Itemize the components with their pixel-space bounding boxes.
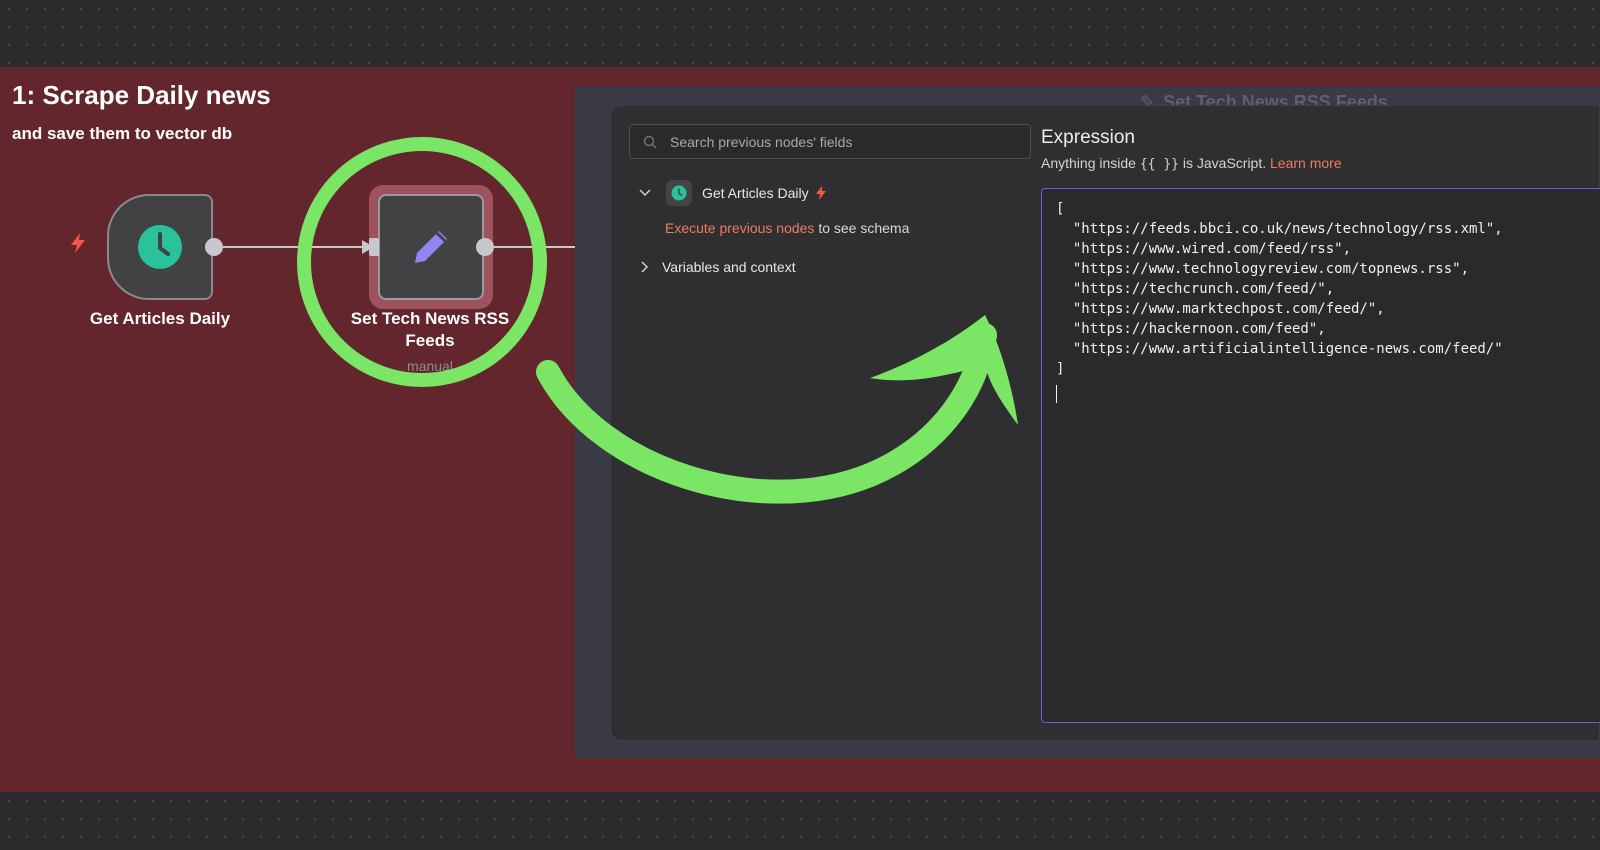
code-line: "https://techcrunch.com/feed/", [1056,281,1335,297]
tree-item-label: Variables and context [662,259,796,275]
connection-line [222,246,372,248]
lightning-bolt-icon [71,233,85,253]
execute-hint: Execute previous nodes to see schema [665,220,909,236]
workflow-node-get-articles-daily[interactable] [107,194,213,300]
text-caret [1056,385,1057,403]
chevron-right-icon [641,261,649,273]
expression-hint: Anything inside {{ }} is JavaScript. Lea… [1041,155,1342,172]
code-line: "https://www.artificialintelligence-news… [1056,341,1503,357]
code-line: "https://hackernoon.com/feed", [1056,321,1326,337]
workflow-node-set-tech-news-rss-feeds[interactable] [378,194,484,300]
expression-code-editor[interactable]: [ "https://feeds.bbci.co.uk/news/technol… [1041,188,1600,723]
code-line: [ [1056,201,1065,217]
expression-title: Expression [1041,127,1135,148]
code-line: "https://www.wired.com/feed/rss", [1056,241,1352,257]
lightning-bolt-icon [815,186,826,200]
node-label: Get Articles Daily [89,309,231,328]
clock-icon [671,185,687,201]
search-field[interactable] [629,124,1031,159]
code-line: ] [1056,361,1065,377]
sticky-note-title: 1: Scrape Daily news [12,80,271,110]
tree-item-variables-and-context[interactable]: Variables and context [636,258,796,276]
pencil-icon [415,231,447,263]
node-subtitle: manual [407,358,453,374]
node-label: Set Tech News RSS Feeds [350,309,510,350]
sticky-note-subtitle: and save them to vector db [12,124,233,143]
search-input[interactable] [670,133,1030,150]
search-icon [643,135,657,149]
learn-more-link[interactable]: Learn more [1270,155,1342,171]
input-handle[interactable] [369,238,379,256]
code-line: "https://www.technologyreview.com/topnew… [1056,261,1470,277]
tree-item-label: Get Articles Daily [702,185,809,201]
clock-icon [138,225,182,269]
output-handle[interactable] [205,238,223,256]
output-handle[interactable] [476,238,494,256]
chevron-down-icon [639,189,651,197]
code-line: "https://www.marktechpost.com/feed/", [1056,301,1385,317]
connection-line [492,246,577,248]
tree-item-get-articles-daily[interactable]: Get Articles Daily [636,180,827,206]
execute-previous-nodes-link[interactable]: Execute previous nodes [665,220,814,236]
code-line: "https://feeds.bbci.co.uk/news/technolog… [1056,221,1503,237]
execute-hint-text: to see schema [814,220,910,236]
